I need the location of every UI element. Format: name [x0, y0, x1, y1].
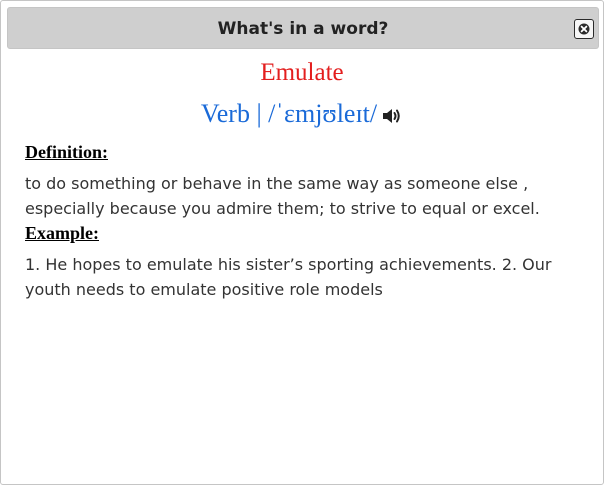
example-heading: Example: — [25, 223, 99, 243]
definition-heading: Definition: — [25, 142, 108, 162]
pronunciation-text: Verb | /ˈɛmjʊleɪt/ — [200, 99, 378, 128]
word-title: Emulate — [260, 59, 344, 86]
example-text: 1. He hopes to emulate his sister’s spor… — [25, 255, 552, 299]
dialog-titlebar[interactable]: What's in a word? — [7, 7, 599, 49]
close-icon — [578, 23, 590, 35]
close-button[interactable] — [574, 19, 594, 39]
definition-text: to do something or behave in the same wa… — [25, 174, 540, 218]
dialog-title: What's in a word? — [217, 19, 389, 39]
play-pronunciation-button[interactable] — [381, 100, 403, 134]
part-of-speech-pronunciation: Verb | /ˈɛmjʊleɪt/ — [1, 97, 603, 134]
word-dialog: What's in a word? Emulate Verb | /ˈɛmjʊl… — [0, 0, 604, 485]
speaker-icon — [383, 109, 400, 123]
